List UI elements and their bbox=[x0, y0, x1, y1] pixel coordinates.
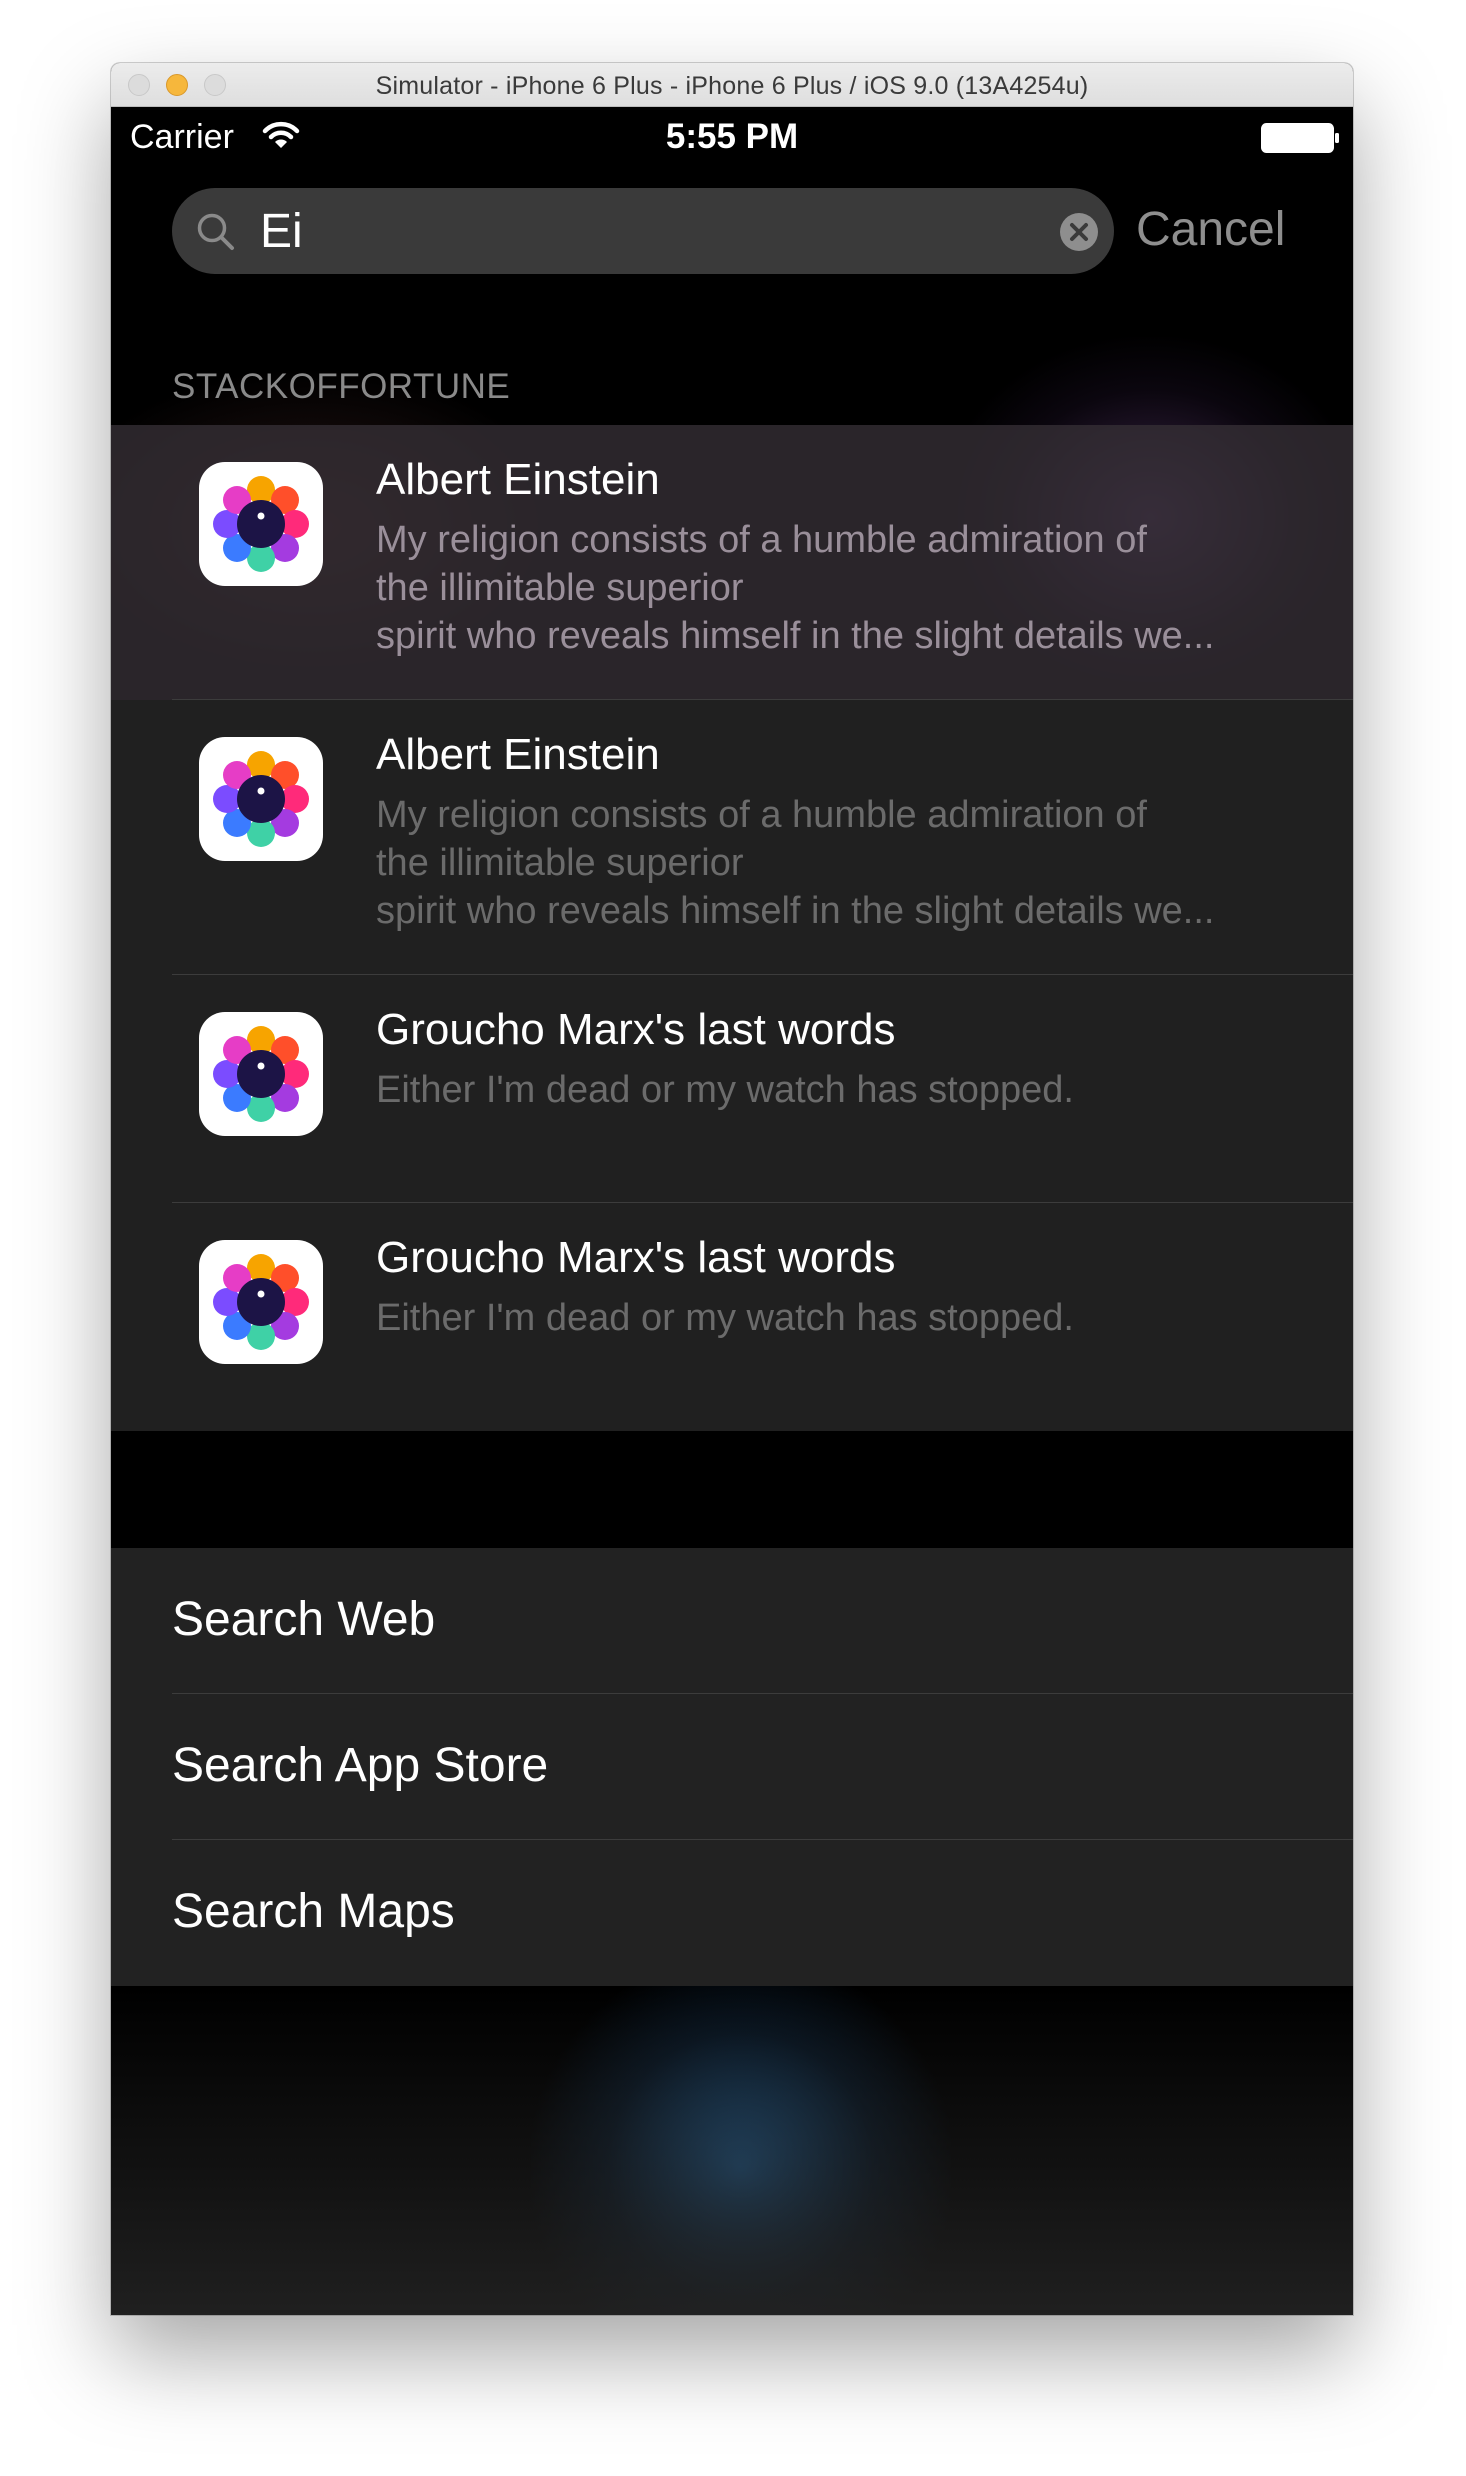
app-icon bbox=[199, 1240, 323, 1364]
result-row[interactable]: Groucho Marx's last words Either I'm dea… bbox=[111, 1203, 1353, 1431]
result-snippet: the illimitable superior bbox=[376, 842, 744, 884]
action-label: Search Web bbox=[172, 1593, 436, 1646]
result-title: Groucho Marx's last words bbox=[376, 1005, 896, 1054]
search-maps-button[interactable]: Search Maps bbox=[111, 1840, 1353, 1986]
status-bar: Carrier 5:55 PM bbox=[111, 107, 1353, 163]
search-field[interactable] bbox=[172, 188, 1114, 274]
search-icon bbox=[197, 213, 234, 250]
result-row[interactable]: Albert Einstein My religion consists of … bbox=[111, 425, 1353, 700]
app-icon bbox=[199, 737, 323, 861]
result-title: Albert Einstein bbox=[376, 455, 660, 504]
window-titlebar: Simulator - iPhone 6 Plus - iPhone 6 Plu… bbox=[111, 63, 1353, 107]
result-snippet: spirit who reveals himself in the slight… bbox=[376, 890, 1215, 932]
window-title: Simulator - iPhone 6 Plus - iPhone 6 Plu… bbox=[375, 72, 1089, 100]
result-title: Groucho Marx's last words bbox=[376, 1233, 896, 1282]
result-snippet: My religion consists of a humble admirat… bbox=[376, 794, 1147, 836]
result-snippet: spirit who reveals himself in the slight… bbox=[376, 615, 1215, 657]
action-label: Search Maps bbox=[172, 1885, 455, 1938]
result-row[interactable]: Albert Einstein My religion consists of … bbox=[111, 700, 1353, 975]
clear-icon[interactable] bbox=[1059, 212, 1099, 252]
result-snippet: Either I'm dead or my watch has stopped. bbox=[376, 1069, 1074, 1111]
result-title: Albert Einstein bbox=[376, 730, 660, 779]
result-snippet: My religion consists of a humble admirat… bbox=[376, 519, 1147, 561]
search-web-button[interactable]: Search Web bbox=[111, 1548, 1353, 1694]
battery-icon bbox=[1261, 123, 1339, 153]
app-icon bbox=[199, 462, 323, 586]
search-app-store-button[interactable]: Search App Store bbox=[111, 1694, 1353, 1840]
result-row[interactable]: Groucho Marx's last words Either I'm dea… bbox=[111, 975, 1353, 1203]
section-header: STACKOFFORTUNE bbox=[172, 367, 511, 406]
action-label: Search App Store bbox=[172, 1739, 549, 1792]
result-snippet: the illimitable superior bbox=[376, 567, 744, 609]
result-snippet: Either I'm dead or my watch has stopped. bbox=[376, 1297, 1074, 1339]
simulator-window: Simulator - iPhone 6 Plus - iPhone 6 Plu… bbox=[111, 63, 1353, 2315]
search-input[interactable] bbox=[260, 202, 1020, 260]
results-list: Albert Einstein My religion consists of … bbox=[111, 425, 1353, 1431]
phone-screen: Carrier 5:55 PM Cance bbox=[111, 107, 1353, 2315]
status-time: 5:55 PM bbox=[665, 117, 799, 156]
app-icon bbox=[199, 1012, 323, 1136]
search-actions-list: Search Web Search App Store Search Maps bbox=[111, 1548, 1353, 1986]
cancel-button[interactable]: Cancel bbox=[1136, 202, 1285, 257]
background-fog bbox=[111, 1987, 1353, 2315]
